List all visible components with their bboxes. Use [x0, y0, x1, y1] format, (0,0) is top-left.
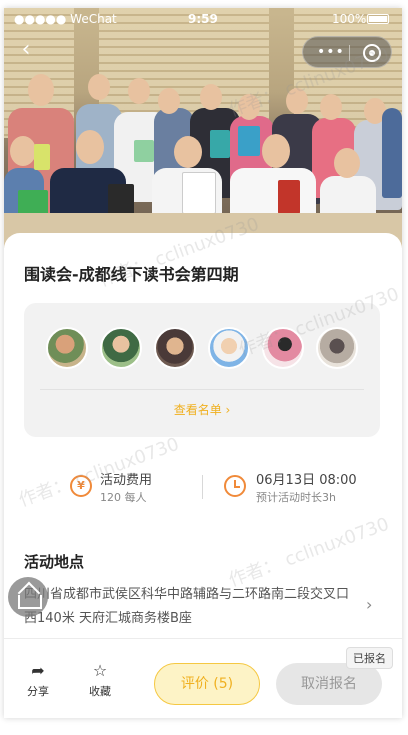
- registered-badge: 已报名: [346, 647, 393, 669]
- event-duration: 预计活动时长3h: [256, 491, 336, 504]
- divider: [40, 389, 364, 390]
- chevron-left-icon[interactable]: ‹: [14, 38, 38, 62]
- event-info-row: ¥ 活动费用 120 每人 06月13日 08:00 预计活动时长3h: [24, 465, 380, 509]
- share-button[interactable]: ➦ 分享: [20, 661, 56, 699]
- book: [182, 172, 216, 214]
- book: [134, 140, 154, 162]
- avatar[interactable]: [208, 327, 250, 369]
- location-address[interactable]: 四川省成都市武侯区科华中路辅路与二环路南二段交叉口西140米 天府汇城商务楼B座: [24, 583, 354, 631]
- person-head: [200, 84, 222, 110]
- clock-icon: [224, 475, 246, 497]
- avatar[interactable]: [154, 327, 196, 369]
- favorite-button[interactable]: ☆ 收藏: [82, 661, 118, 699]
- person-head: [10, 136, 36, 166]
- person-head: [88, 74, 110, 100]
- avatar[interactable]: [100, 327, 142, 369]
- avatar[interactable]: [316, 327, 358, 369]
- home-icon[interactable]: [8, 577, 48, 617]
- divider: [202, 475, 203, 499]
- event-cover-photo: ●●●●● WeChat 9:59 100% ‹ •••: [4, 8, 402, 248]
- event-title: 围读会-成都线下读书会第四期: [24, 265, 239, 284]
- status-bar: ●●●●● WeChat 9:59 100%: [4, 8, 402, 30]
- person-head: [158, 88, 180, 114]
- rate-button[interactable]: 评价 (5): [154, 663, 260, 705]
- person-head: [174, 136, 202, 168]
- location-title: 活动地点: [24, 553, 85, 571]
- members-panel: 查看名单 ›: [24, 303, 380, 437]
- person-head: [238, 94, 260, 120]
- carrier-label: ●●●●● WeChat: [14, 12, 117, 26]
- person-head: [262, 134, 290, 168]
- phone-screen: ●●●●● WeChat 9:59 100% ‹ ••• 围读会-成都线下读书会…: [4, 8, 402, 718]
- share-label: 分享: [27, 685, 49, 698]
- share-icon: ➦: [31, 661, 45, 680]
- view-member-list-link[interactable]: 查看名单 ›: [24, 401, 380, 418]
- book: [238, 126, 260, 156]
- person-head: [76, 130, 104, 164]
- chevron-right-icon[interactable]: ›: [366, 595, 372, 614]
- capsule-divider: [349, 45, 350, 61]
- more-dots-icon[interactable]: •••: [317, 44, 345, 60]
- cancel-registration-button[interactable]: 取消报名: [276, 663, 382, 705]
- favorite-label: 收藏: [89, 685, 111, 698]
- battery-percent: 100%: [332, 12, 367, 26]
- bottom-action-bar: ➦ 分享 ☆ 收藏 评价 (5) 取消报名 已报名: [4, 638, 402, 718]
- target-circle-icon[interactable]: [363, 44, 381, 62]
- avatar[interactable]: [262, 327, 304, 369]
- fee-label: 活动费用: [100, 473, 153, 488]
- book: [34, 144, 50, 170]
- book: [210, 130, 230, 158]
- star-icon: ☆: [92, 661, 108, 680]
- book: [278, 180, 300, 214]
- avatar[interactable]: [46, 327, 88, 369]
- mini-program-capsule: •••: [302, 36, 392, 68]
- person-head: [128, 78, 150, 104]
- money-bag-icon: ¥: [70, 475, 92, 497]
- battery-icon: [367, 14, 389, 24]
- person-head: [286, 88, 308, 114]
- person-head: [28, 74, 54, 106]
- status-time: 9:59: [188, 12, 218, 26]
- event-datetime: 06月13日 08:00: [256, 473, 357, 488]
- person-head: [334, 148, 360, 178]
- person-head: [320, 94, 342, 120]
- person-shirt: [382, 108, 402, 198]
- event-detail-card: 围读会-成都线下读书会第四期 查看名单 › ¥ 活动费用 120 每人 06月1…: [4, 233, 402, 718]
- fee-value: 120 每人: [100, 491, 147, 504]
